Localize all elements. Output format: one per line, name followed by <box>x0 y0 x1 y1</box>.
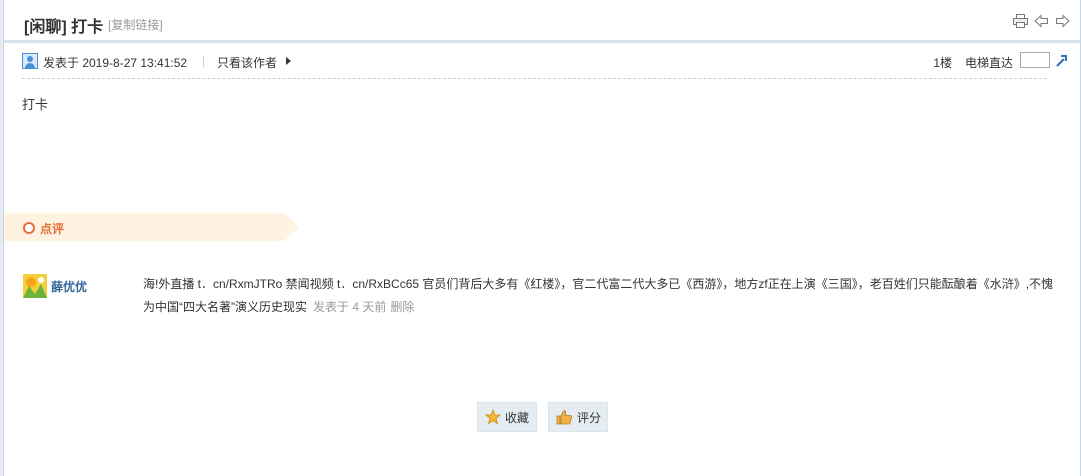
print-icon[interactable] <box>1013 14 1028 28</box>
comment-text: 海!外直播 t．cn/RxmJTRo 禁闻视频 t．cn/RxBCc65 官员们… <box>143 277 1054 314</box>
post-content: 打卡 <box>22 97 49 112</box>
title-actions <box>1013 14 1070 28</box>
favorite-button[interactable]: 收藏 <box>477 402 537 432</box>
circle-icon <box>23 222 35 234</box>
jump-floor-input[interactable] <box>1020 52 1050 68</box>
floor-number: 1楼 <box>933 56 952 70</box>
meta-separator: | <box>202 54 206 68</box>
thread-title: [闲聊] 打卡 <box>24 19 104 36</box>
title-bar: [闲聊] 打卡 [复制链接] <box>4 0 1080 43</box>
post-time: 发表于 2019-8-27 13:41:52 <box>43 56 188 70</box>
copy-link[interactable]: [复制链接] <box>108 16 163 33</box>
comment-header: 点评 <box>4 213 299 241</box>
previous-thread-icon[interactable] <box>1034 14 1049 28</box>
post-frame: [闲聊] 打卡 [复制链接] 发表于 2019-8-27 13:41:52 | … <box>0 0 1081 476</box>
user-icon <box>22 53 38 69</box>
triangle-right-icon <box>286 57 291 65</box>
comment-label: 点评 <box>40 222 65 236</box>
thumbs-up-icon <box>556 410 573 425</box>
rate-label: 评分 <box>577 410 602 425</box>
comment-username[interactable]: 薛优优 <box>51 278 87 295</box>
favorite-label: 收藏 <box>505 410 530 425</box>
avatar[interactable] <box>23 274 47 298</box>
jump-go-icon[interactable] <box>1055 53 1069 67</box>
comment-time: 发表于 4 天前 <box>313 300 387 314</box>
next-thread-icon[interactable] <box>1055 14 1070 28</box>
author-only-link[interactable]: 只看该作者 <box>217 54 277 71</box>
star-icon <box>485 409 501 425</box>
post-meta-bar: 发表于 2019-8-27 13:41:52 | 只看该作者 1楼 电梯直达 <box>22 52 1067 79</box>
jump-label: 电梯直达 <box>964 56 1013 70</box>
rate-button[interactable]: 评分 <box>548 402 608 432</box>
comment-item: 海!外直播 t．cn/RxmJTRo 禁闻视频 t．cn/RxBCc65 官员们… <box>143 273 1063 319</box>
delete-comment-link[interactable]: 删除 <box>390 300 414 314</box>
